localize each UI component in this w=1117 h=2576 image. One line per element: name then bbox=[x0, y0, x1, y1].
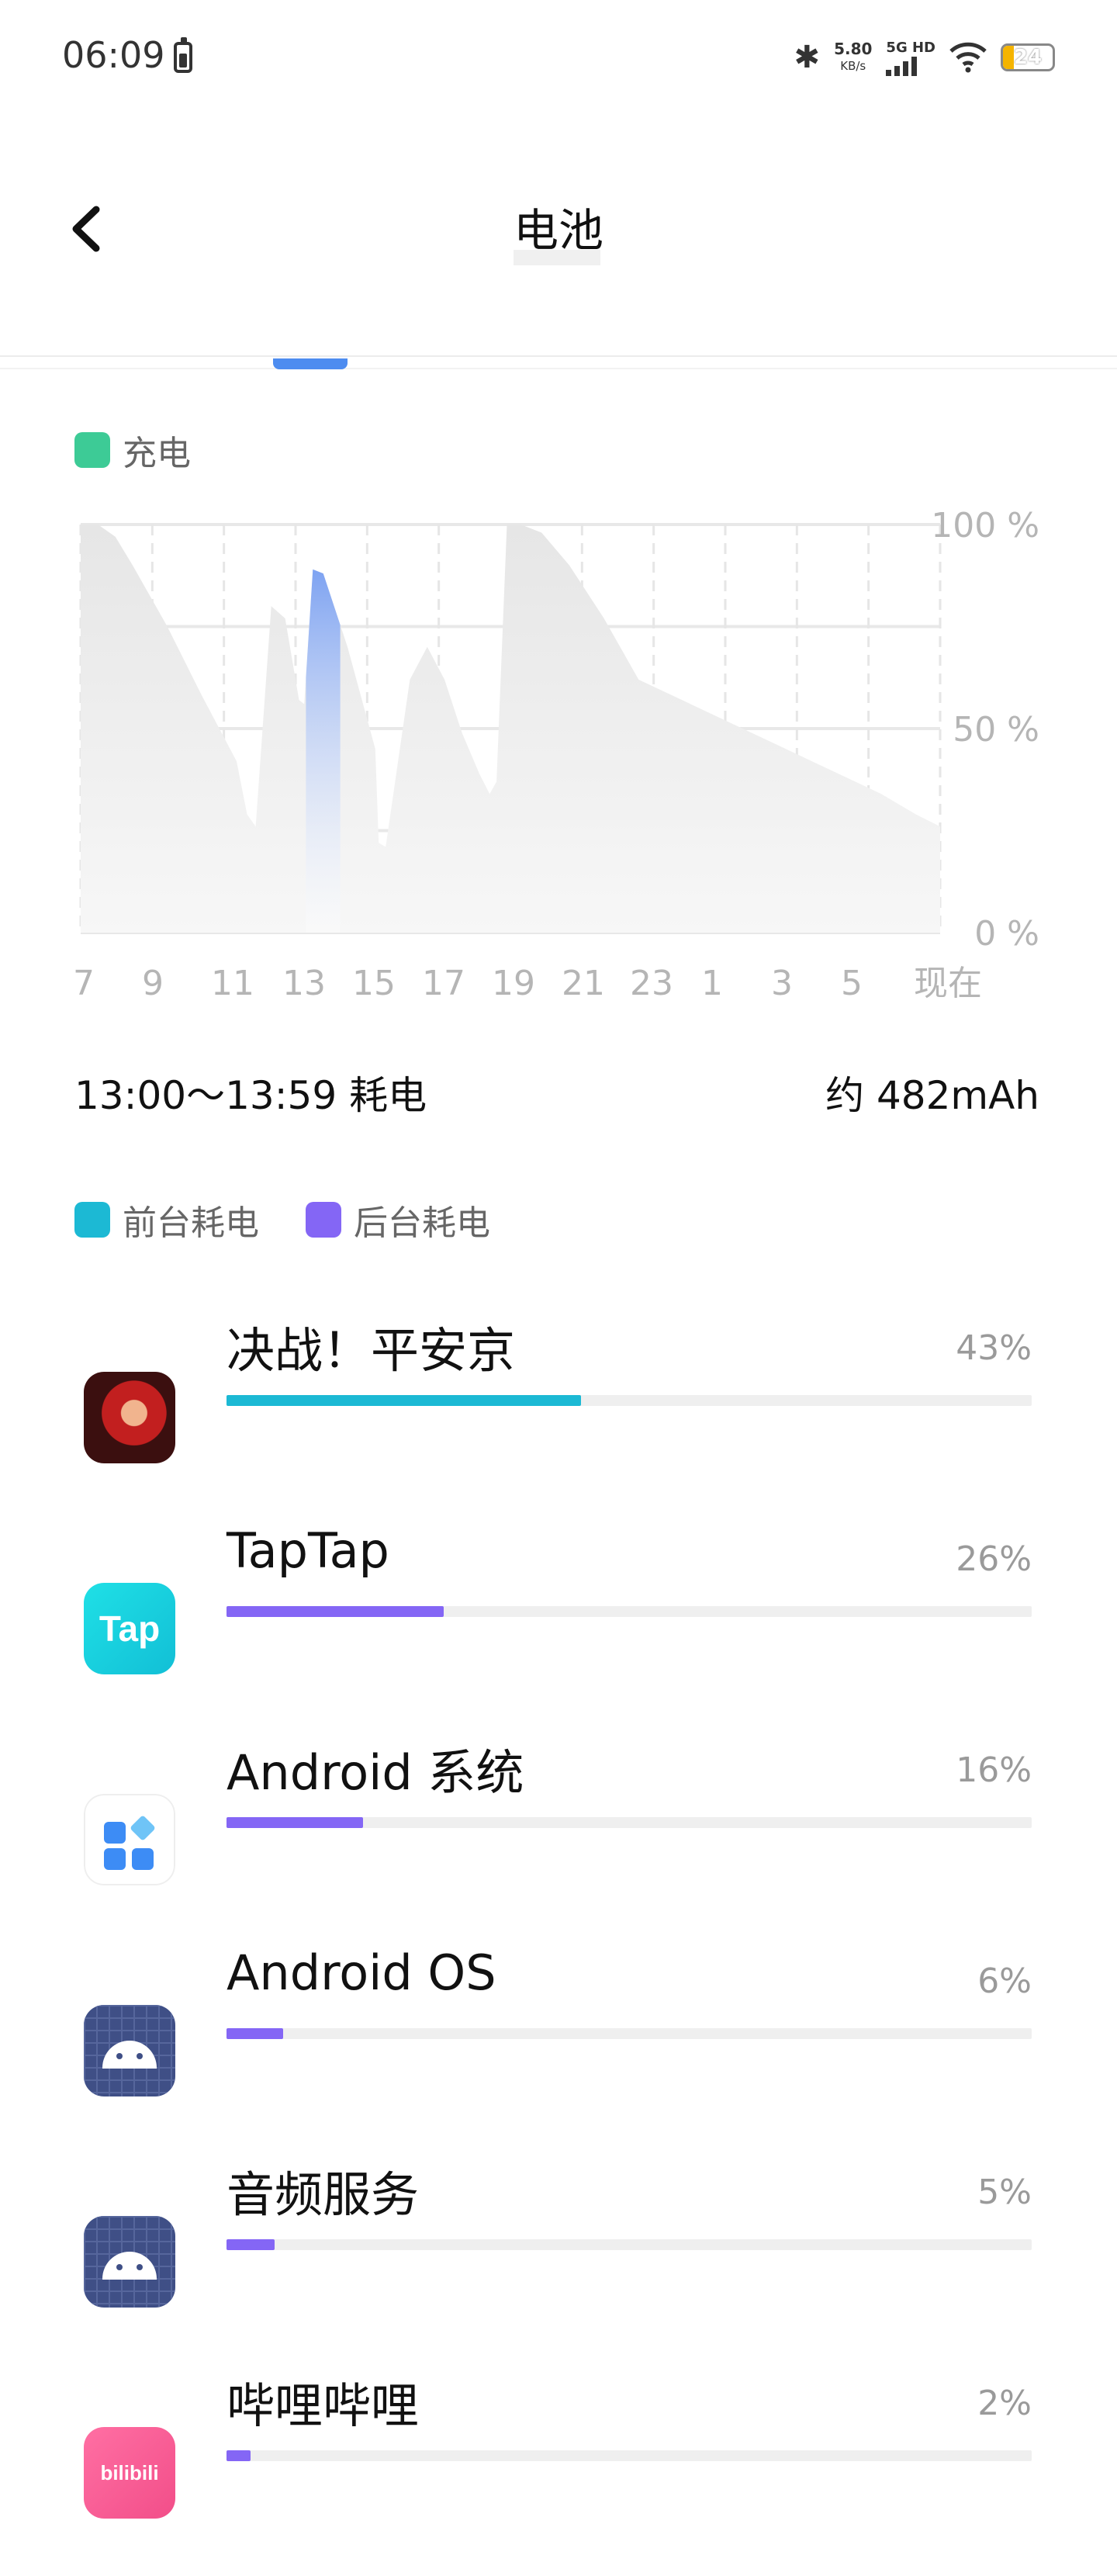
app-row[interactable]: Android 系统 16% bbox=[0, 1733, 1117, 1943]
x-tick-label: 23 bbox=[630, 964, 673, 1003]
network-speed: 5.80 KB/s bbox=[834, 40, 872, 74]
battery-chart-svg: 100 %50 %0 %7 9 11 13 15 17 19 21 23 1 3 5 现在 bbox=[73, 506, 1039, 1003]
selected-hour-highlight bbox=[306, 569, 341, 933]
x-tick-label: 3 bbox=[771, 964, 793, 1003]
usage-range-label: 13:00～13:59 耗电 bbox=[74, 1073, 427, 1118]
battery-level: 24 bbox=[1013, 46, 1043, 69]
cellular-signal: 5G HD bbox=[886, 40, 935, 76]
status-time: 06:09 bbox=[62, 34, 165, 76]
x-tick-label: 5 bbox=[841, 964, 863, 1003]
app-usage-track bbox=[227, 2239, 1032, 2250]
charge-legend: 充电 bbox=[74, 425, 191, 475]
android-system-icon bbox=[84, 1794, 175, 1885]
x-tick-label: 15 bbox=[352, 964, 396, 1003]
app-percent: 2% bbox=[977, 2384, 1032, 2423]
tab-divider bbox=[0, 368, 1117, 369]
bluetooth-icon: ✱ bbox=[794, 40, 821, 75]
app-percent: 5% bbox=[977, 2173, 1032, 2212]
tab-indicator[interactable] bbox=[273, 358, 348, 369]
x-tick-label: 11 bbox=[211, 964, 254, 1003]
app-name: Android OS bbox=[227, 1944, 496, 2001]
android-robot-icon bbox=[84, 2005, 175, 2096]
x-tick-label: 19 bbox=[492, 964, 535, 1003]
status-bar: 06:09 ✱ 5.80 KB/s 5G HD 24 bbox=[0, 0, 1117, 116]
y-tick-label: 0 % bbox=[974, 914, 1039, 954]
app-row[interactable]: 决战！平安京 43% bbox=[0, 1311, 1117, 1521]
app-usage-bar bbox=[227, 1606, 444, 1617]
app-percent: 43% bbox=[956, 1328, 1032, 1368]
app-usage-track bbox=[227, 1395, 1032, 1406]
app-usage-track bbox=[227, 1817, 1032, 1828]
app-usage-bar bbox=[227, 1817, 364, 1828]
y-tick-label: 100 % bbox=[931, 506, 1039, 545]
android-robot-icon bbox=[84, 2216, 175, 2308]
app-usage-bar bbox=[227, 1395, 581, 1406]
x-tick-label: 7 bbox=[73, 964, 95, 1003]
taptap-icon-text: Tap bbox=[84, 1583, 175, 1674]
background-legend-label: 后台耗电 bbox=[354, 1203, 490, 1243]
foreground-legend-label: 前台耗电 bbox=[123, 1203, 259, 1243]
header-divider bbox=[0, 355, 1117, 357]
app-usage-bar bbox=[227, 2239, 275, 2250]
status-icons: ✱ 5.80 KB/s 5G HD 24 bbox=[794, 34, 1055, 81]
signal-label: 5G HD bbox=[886, 39, 935, 56]
app-percent: 26% bbox=[956, 1539, 1032, 1579]
app-usage-track bbox=[227, 1606, 1032, 1617]
x-tick-label: 13 bbox=[282, 964, 326, 1003]
x-tick-label: 17 bbox=[422, 964, 465, 1003]
app-percent: 6% bbox=[977, 1961, 1032, 2001]
charge-legend-label: 充电 bbox=[123, 434, 191, 473]
app-name: Android 系统 bbox=[227, 1744, 524, 1801]
taptap-icon: Tap bbox=[84, 1583, 175, 1674]
app-row[interactable]: bilibili 哔哩哔哩 2% bbox=[0, 2367, 1117, 2576]
app-usage-track bbox=[227, 2028, 1032, 2039]
y-tick-label: 50 % bbox=[953, 710, 1039, 750]
app-name: 音频服务 bbox=[227, 2166, 420, 2223]
battery-saver-icon bbox=[174, 37, 192, 73]
app-name: 哔哩哔哩 bbox=[227, 2377, 420, 2434]
background-swatch bbox=[306, 1202, 341, 1238]
app-row[interactable]: Android OS 6% bbox=[0, 1944, 1117, 2154]
x-tick-label: 9 bbox=[142, 964, 164, 1003]
signal-bars-icon bbox=[886, 56, 918, 76]
page-title: 电池 bbox=[513, 204, 603, 257]
usage-legend: 前台耗电 后台耗电 bbox=[74, 1195, 490, 1245]
bilibili-icon-text: bilibili bbox=[84, 2427, 175, 2519]
app-row[interactable]: 音频服务 5% bbox=[0, 2155, 1117, 2365]
charge-swatch bbox=[74, 432, 110, 468]
battery-level-chart[interactable]: 100 % 50 % 0 % 7 9 11 13 15 17 19 21 23 1 3 5 现在 bbox=[0, 497, 1117, 1009]
bilibili-icon: bilibili bbox=[84, 2427, 175, 2519]
usage-value: 约 482mAh bbox=[825, 1073, 1039, 1118]
app-usage-track bbox=[227, 2450, 1032, 2461]
app-name: TapTap bbox=[227, 1522, 389, 1579]
wifi-icon bbox=[949, 42, 987, 73]
network-speed-unit: KB/s bbox=[840, 59, 866, 73]
battery-icon: 24 bbox=[1001, 43, 1055, 71]
network-speed-value: 5.80 bbox=[834, 40, 873, 58]
app-usage-bar bbox=[227, 2450, 251, 2461]
app-usage-bar bbox=[227, 2028, 283, 2039]
x-tick-label: 现在 bbox=[914, 964, 982, 1003]
game-hero-icon bbox=[84, 1372, 175, 1463]
x-tick-label: 1 bbox=[701, 964, 723, 1003]
foreground-swatch bbox=[74, 1202, 110, 1238]
app-row[interactable]: Tap TapTap 26% bbox=[0, 1522, 1117, 1732]
app-percent: 16% bbox=[956, 1750, 1032, 1790]
app-name: 决战！平安京 bbox=[227, 1322, 516, 1379]
x-tick-label: 21 bbox=[562, 964, 605, 1003]
